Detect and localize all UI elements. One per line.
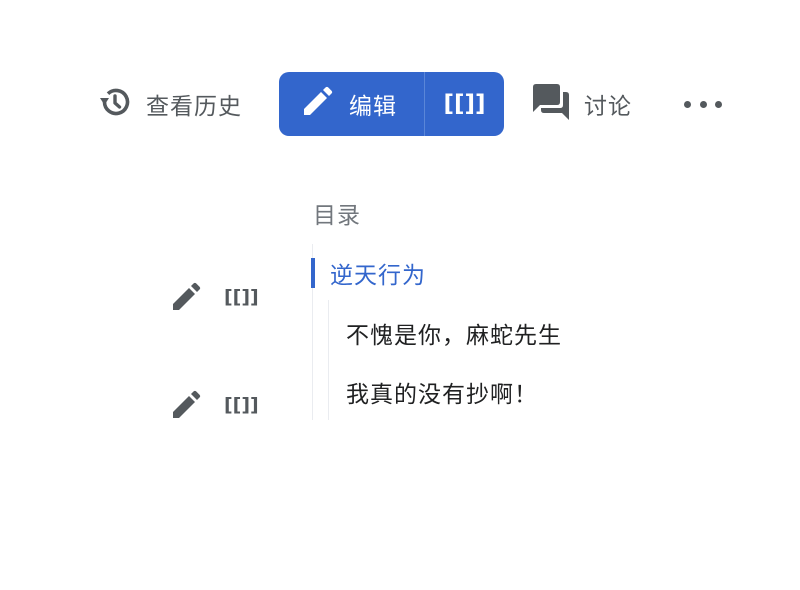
history-icon <box>98 85 132 123</box>
ellipsis-dot <box>715 100 722 108</box>
edit-source-button[interactable]: [[]] <box>425 72 504 136</box>
talk-button[interactable]: 讨论 <box>532 84 632 124</box>
toc-title: 目录 <box>313 203 361 229</box>
talk-label: 讨论 <box>584 94 632 120</box>
toc-subitem[interactable]: 不愧是你，麻蛇先生 <box>346 316 562 350</box>
section-edit-controls: [[]] <box>170 280 259 314</box>
view-history-button[interactable]: 查看历史 <box>98 86 242 122</box>
toc-subitem[interactable]: 我真的没有抄啊！ <box>346 375 538 409</box>
more-options-button[interactable] <box>684 94 722 114</box>
pencil-icon <box>301 86 333 122</box>
toc-active-indicator <box>311 258 315 288</box>
toc-item-active[interactable]: 逆天行为 <box>330 256 426 290</box>
section-edit-controls: [[]] <box>170 388 259 422</box>
section-edit-pencil-icon[interactable] <box>170 281 202 313</box>
page: 查看历史 编辑 [[]] 讨论 [[]] [[]] 目录 逆天行为 不愧是你，麻… <box>0 0 800 590</box>
ellipsis-dot <box>699 100 707 108</box>
view-history-label: 查看历史 <box>146 94 242 120</box>
edit-button[interactable]: 编辑 <box>279 72 424 136</box>
edit-label: 编辑 <box>349 94 397 120</box>
edit-button-group: 编辑 [[]] <box>279 72 504 136</box>
ellipsis-icon <box>684 100 722 108</box>
section-edit-source-button[interactable]: [[]] <box>224 286 259 308</box>
section-edit-source-button[interactable]: [[]] <box>224 394 259 416</box>
toc-sub-rail <box>328 300 329 420</box>
ellipsis-dot <box>684 100 691 108</box>
section-edit-pencil-icon[interactable] <box>170 389 202 421</box>
speech-bubbles-icon <box>532 83 570 125</box>
